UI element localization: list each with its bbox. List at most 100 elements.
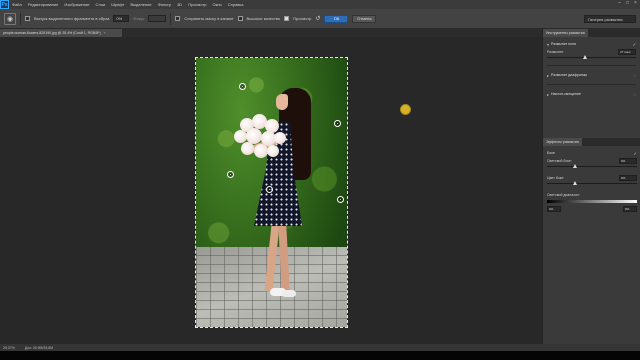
close-icon[interactable]: × bbox=[633, 1, 638, 6]
photoshop-logo: Ps bbox=[0, 0, 9, 9]
sneaker bbox=[282, 290, 296, 297]
enable-check-icon[interactable]: ✓ bbox=[634, 151, 637, 156]
enable-box-icon[interactable]: □ bbox=[634, 92, 636, 97]
field-blur-section[interactable]: ▾ Размытие поля ✓ bbox=[547, 40, 636, 48]
flower-bouquet bbox=[232, 114, 290, 166]
bokeh-color-input[interactable]: 0% bbox=[619, 174, 637, 181]
blur-tools-panel: Инструменты размытия ▾ Размытие поля ✓ Р… bbox=[542, 29, 640, 344]
blur-effects-body: Боке ✓ Световой боке: 0% Цвет боке: 0% С… bbox=[543, 146, 640, 215]
document-image[interactable] bbox=[195, 57, 348, 328]
slider-thumb[interactable] bbox=[583, 55, 587, 59]
peony bbox=[274, 132, 286, 144]
enable-check-icon[interactable]: ✓ bbox=[633, 42, 636, 47]
divider bbox=[170, 12, 172, 25]
collapse-arrow-icon[interactable]: ▾ bbox=[547, 42, 549, 47]
menu-image[interactable]: Изображение bbox=[61, 2, 92, 7]
expand-arrow-icon[interactable]: ▸ bbox=[547, 92, 549, 97]
zoom-level[interactable]: 25.37% bbox=[3, 346, 15, 350]
bokeh-color-label: Цвет боке: bbox=[547, 175, 565, 180]
menu-edit[interactable]: Редактирование bbox=[25, 2, 61, 7]
high-quality-label: Высокое качество bbox=[246, 16, 281, 21]
focus-label: Фокус bbox=[133, 16, 145, 21]
tab-blur-effects[interactable]: Эффекты размытия bbox=[543, 138, 582, 146]
reset-icon[interactable]: ↺ bbox=[315, 15, 320, 22]
menu-help[interactable]: Справка bbox=[225, 2, 247, 7]
bake-selection-label: Выпуск выделенного фрагмента в образ bbox=[34, 16, 110, 21]
document-tabs: people-woman-flowers-825190.jpg @ 25.4% … bbox=[0, 29, 542, 37]
ok-button[interactable]: ОК bbox=[324, 14, 349, 23]
menu-type[interactable]: Шрифт bbox=[108, 2, 127, 7]
save-mask-checkbox[interactable] bbox=[175, 16, 181, 21]
bokeh-color-row: Цвет боке: 0% bbox=[547, 174, 637, 181]
field-blur-title: Размытие поля bbox=[551, 42, 576, 46]
minimize-icon[interactable]: – bbox=[617, 1, 622, 6]
cursor-indicator bbox=[400, 104, 411, 115]
workspace-select[interactable]: Галерея размытия bbox=[584, 15, 636, 23]
panel-tabs: Эффекты размытия bbox=[543, 138, 640, 146]
close-tab-icon[interactable]: × bbox=[104, 31, 106, 35]
blur-pin[interactable] bbox=[227, 171, 234, 178]
blur-tool-icon[interactable]: ◉ bbox=[4, 12, 16, 25]
preview-label: Просмотр bbox=[293, 16, 312, 21]
bokeh-title: Боке bbox=[547, 151, 555, 155]
enable-box-icon[interactable]: □ bbox=[634, 73, 636, 78]
menu-file[interactable]: Файл bbox=[9, 2, 25, 7]
blur-tools-body: ▾ Размытие поля ✓ Размытие: 27 пикс. ▸ Р… bbox=[543, 37, 640, 101]
bokeh-section: Боке ✓ bbox=[547, 149, 637, 157]
panel-tabs: Инструменты размытия bbox=[543, 29, 640, 37]
bake-selection-field[interactable]: 0% bbox=[113, 15, 130, 22]
light-bokeh-label: Световой боке: bbox=[547, 158, 572, 163]
divider bbox=[20, 12, 21, 25]
preview-checkbox[interactable] bbox=[284, 16, 290, 21]
canvas-area[interactable] bbox=[0, 37, 542, 344]
light-bokeh-slider[interactable] bbox=[547, 164, 637, 169]
expand-arrow-icon[interactable]: ▸ bbox=[547, 73, 549, 78]
bake-selection-checkbox[interactable] bbox=[25, 16, 30, 21]
menu-filter[interactable]: Фильтр bbox=[155, 2, 174, 7]
focus-field[interactable] bbox=[148, 15, 167, 22]
blur-pin[interactable] bbox=[239, 83, 246, 90]
light-range-values: 0% 0% bbox=[547, 206, 637, 212]
peony bbox=[267, 145, 279, 157]
peony bbox=[254, 144, 268, 158]
divider bbox=[547, 65, 636, 66]
blur-pin[interactable] bbox=[334, 120, 341, 127]
blur-pin[interactable] bbox=[266, 186, 273, 193]
cancel-button[interactable]: Отмена bbox=[352, 14, 377, 23]
iris-blur-section[interactable]: ▸ Размытие диафрагмы □ bbox=[547, 71, 636, 79]
status-bar: 25.37% Док: 25,9M/28,8M bbox=[0, 344, 640, 351]
tilt-shift-title: Наклон-смещение bbox=[551, 92, 581, 96]
peony bbox=[241, 142, 254, 155]
blur-amount-slider[interactable] bbox=[547, 55, 636, 60]
light-range-gradient[interactable] bbox=[547, 200, 637, 203]
document-tab[interactable]: people-woman-flowers-825190.jpg @ 25.4% … bbox=[0, 29, 122, 37]
slider-track bbox=[547, 166, 637, 167]
iris-blur-title: Размытие диафрагмы bbox=[551, 73, 588, 77]
blur-amount-label: Размытие: bbox=[547, 49, 565, 54]
menu-layers[interactable]: Слои bbox=[93, 2, 109, 7]
tab-blur-tools[interactable]: Инструменты размытия bbox=[543, 29, 588, 37]
slider-thumb[interactable] bbox=[573, 164, 577, 168]
light-bokeh-input[interactable]: 0% bbox=[619, 157, 637, 164]
slider-track bbox=[547, 57, 636, 58]
slider-thumb[interactable] bbox=[573, 181, 577, 185]
blur-effects-panel: Эффекты размытия Боке ✓ Световой боке: 0… bbox=[543, 138, 640, 215]
maximize-icon[interactable]: □ bbox=[625, 1, 630, 6]
bokeh-color-slider[interactable] bbox=[547, 181, 637, 186]
menu-3d[interactable]: 3D bbox=[174, 2, 185, 7]
blur-pin[interactable] bbox=[337, 196, 344, 203]
light-range-min-input[interactable]: 0% bbox=[547, 206, 561, 212]
tilt-shift-section[interactable]: ▸ Наклон-смещение □ bbox=[547, 90, 636, 98]
menu-bar: Ps Файл Редактирование Изображение Слои … bbox=[0, 0, 640, 9]
high-quality-checkbox[interactable] bbox=[237, 16, 243, 21]
blur-amount-input[interactable]: 27 пикс. bbox=[618, 48, 636, 55]
light-range-max-input[interactable]: 0% bbox=[623, 206, 637, 212]
menu-select[interactable]: Выделение bbox=[127, 2, 154, 7]
window-controls: – □ × bbox=[617, 1, 638, 6]
light-bokeh-row: Световой боке: 0% bbox=[547, 157, 637, 164]
document-tab-title: people-woman-flowers-825190.jpg @ 25.4% … bbox=[3, 31, 101, 35]
slider-track bbox=[547, 183, 637, 184]
menu-window[interactable]: Окно bbox=[209, 2, 224, 7]
menu-view[interactable]: Просмотр bbox=[185, 2, 209, 7]
options-bar: ◉ Выпуск выделенного фрагмента в образ 0… bbox=[0, 9, 640, 29]
